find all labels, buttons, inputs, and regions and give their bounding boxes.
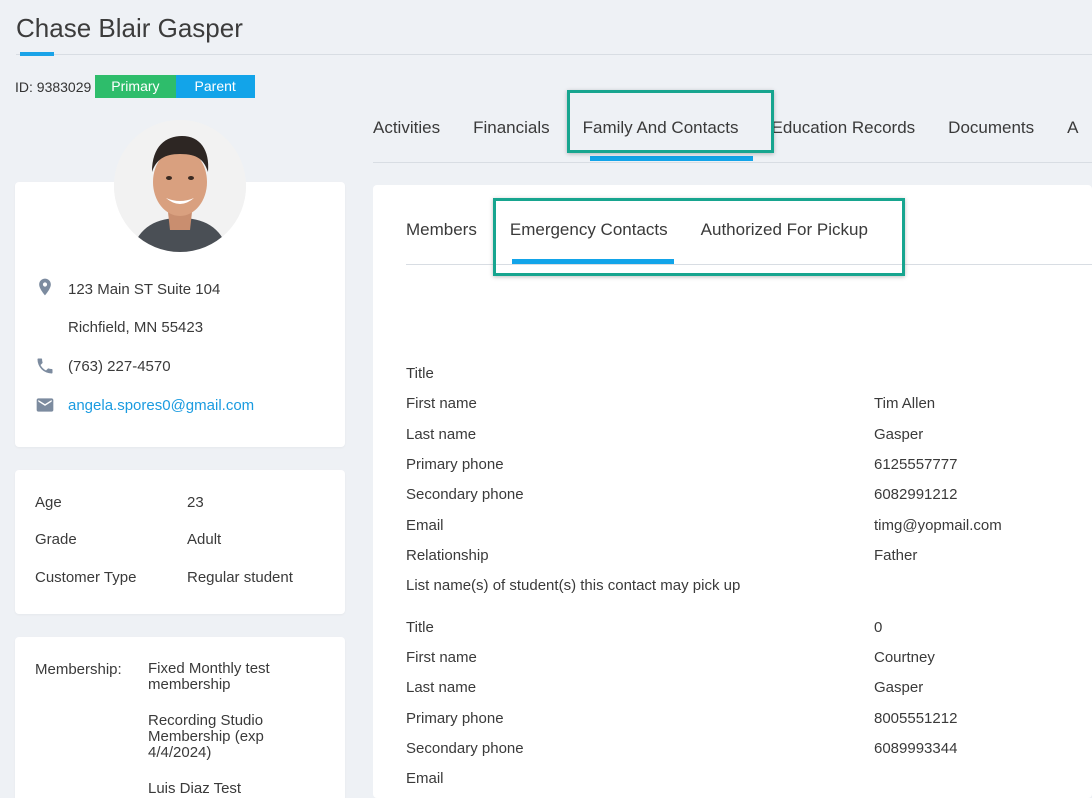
grade-value: Adult: [187, 531, 222, 548]
field-label: Last name: [406, 679, 477, 696]
field-value: 6082991212: [874, 486, 958, 503]
customer-type-label: Customer Type: [35, 569, 137, 586]
field-label: Primary phone: [406, 710, 504, 727]
field-label: Title: [406, 365, 434, 382]
field-value: 0: [874, 619, 883, 636]
field-label: List name(s) of student(s) this contact …: [406, 577, 741, 594]
map-pin-icon: [39, 278, 51, 296]
field-value: 6089993344: [874, 740, 958, 757]
page-title: Chase Blair Gasper: [16, 13, 243, 43]
membership-label: Membership:: [35, 661, 122, 678]
field-value: timg@yopmail.com: [874, 517, 1002, 534]
field-label: Secondary phone: [406, 486, 524, 503]
phone-icon: [37, 358, 53, 374]
title-accent-underline: [20, 52, 54, 56]
field-label: Title: [406, 619, 434, 636]
membership-list: Fixed Monthly test membership Recording …: [148, 661, 318, 798]
tab-financials[interactable]: Financials: [473, 118, 550, 138]
tab-activities[interactable]: Activities: [373, 118, 440, 138]
main-tabs-divider: [373, 162, 1092, 163]
info-card: Age 23 Grade Adult Customer Type Regular…: [15, 470, 345, 614]
grade-label: Grade: [35, 531, 77, 548]
avatar: [114, 120, 246, 252]
address-line2: Richfield, MN 55423: [68, 319, 204, 336]
tab-overflow[interactable]: A: [1067, 118, 1078, 138]
membership-item: Recording Studio Membership (exp 4/4/202…: [148, 712, 264, 761]
subtab-members[interactable]: Members: [406, 220, 477, 240]
subtab-highlight-box: [493, 198, 905, 276]
membership-card: Membership: Fixed Monthly test membershi…: [15, 637, 345, 798]
phone-number[interactable]: (763) 227-4570: [68, 358, 171, 375]
membership-item: Fixed Monthly test membership: [148, 660, 270, 693]
customer-type-value: Regular student: [187, 569, 293, 586]
tab-highlight-box: [567, 90, 774, 153]
tab-documents[interactable]: Documents: [948, 118, 1034, 138]
address-line1: 123 Main ST Suite 104: [68, 281, 221, 298]
field-value: Tim Allen: [874, 395, 936, 412]
field-label: Relationship: [406, 547, 489, 564]
field-label: Email: [406, 517, 444, 534]
parent-badge: Parent: [175, 75, 255, 98]
mail-icon: [36, 398, 54, 412]
field-label: Email: [406, 770, 444, 787]
field-label: First name: [406, 395, 477, 412]
email-link[interactable]: angela.spores0@gmail.com: [68, 397, 254, 414]
primary-badge: Primary: [95, 75, 176, 98]
field-value: 8005551212: [874, 710, 958, 727]
field-label: Primary phone: [406, 456, 504, 473]
field-label: First name: [406, 649, 477, 666]
field-value: Gasper: [874, 679, 924, 696]
field-value: 6125557777: [874, 456, 958, 473]
active-tab-indicator: [590, 156, 753, 161]
age-value: 23: [187, 494, 204, 511]
age-label: Age: [35, 494, 62, 511]
field-label: Secondary phone: [406, 740, 524, 757]
field-value: Father: [874, 547, 918, 564]
tab-education-records[interactable]: Education Records: [772, 118, 916, 138]
customer-id: ID: 9383029: [15, 78, 92, 95]
field-value: Courtney: [874, 649, 935, 666]
profile-photo: [114, 120, 246, 252]
field-label: Last name: [406, 426, 477, 443]
title-divider: [16, 54, 1092, 55]
membership-item: Luis Diaz Test: [148, 780, 242, 797]
id-row: ID: 9383029 Primary Parent: [15, 75, 255, 98]
field-value: Gasper: [874, 426, 924, 443]
